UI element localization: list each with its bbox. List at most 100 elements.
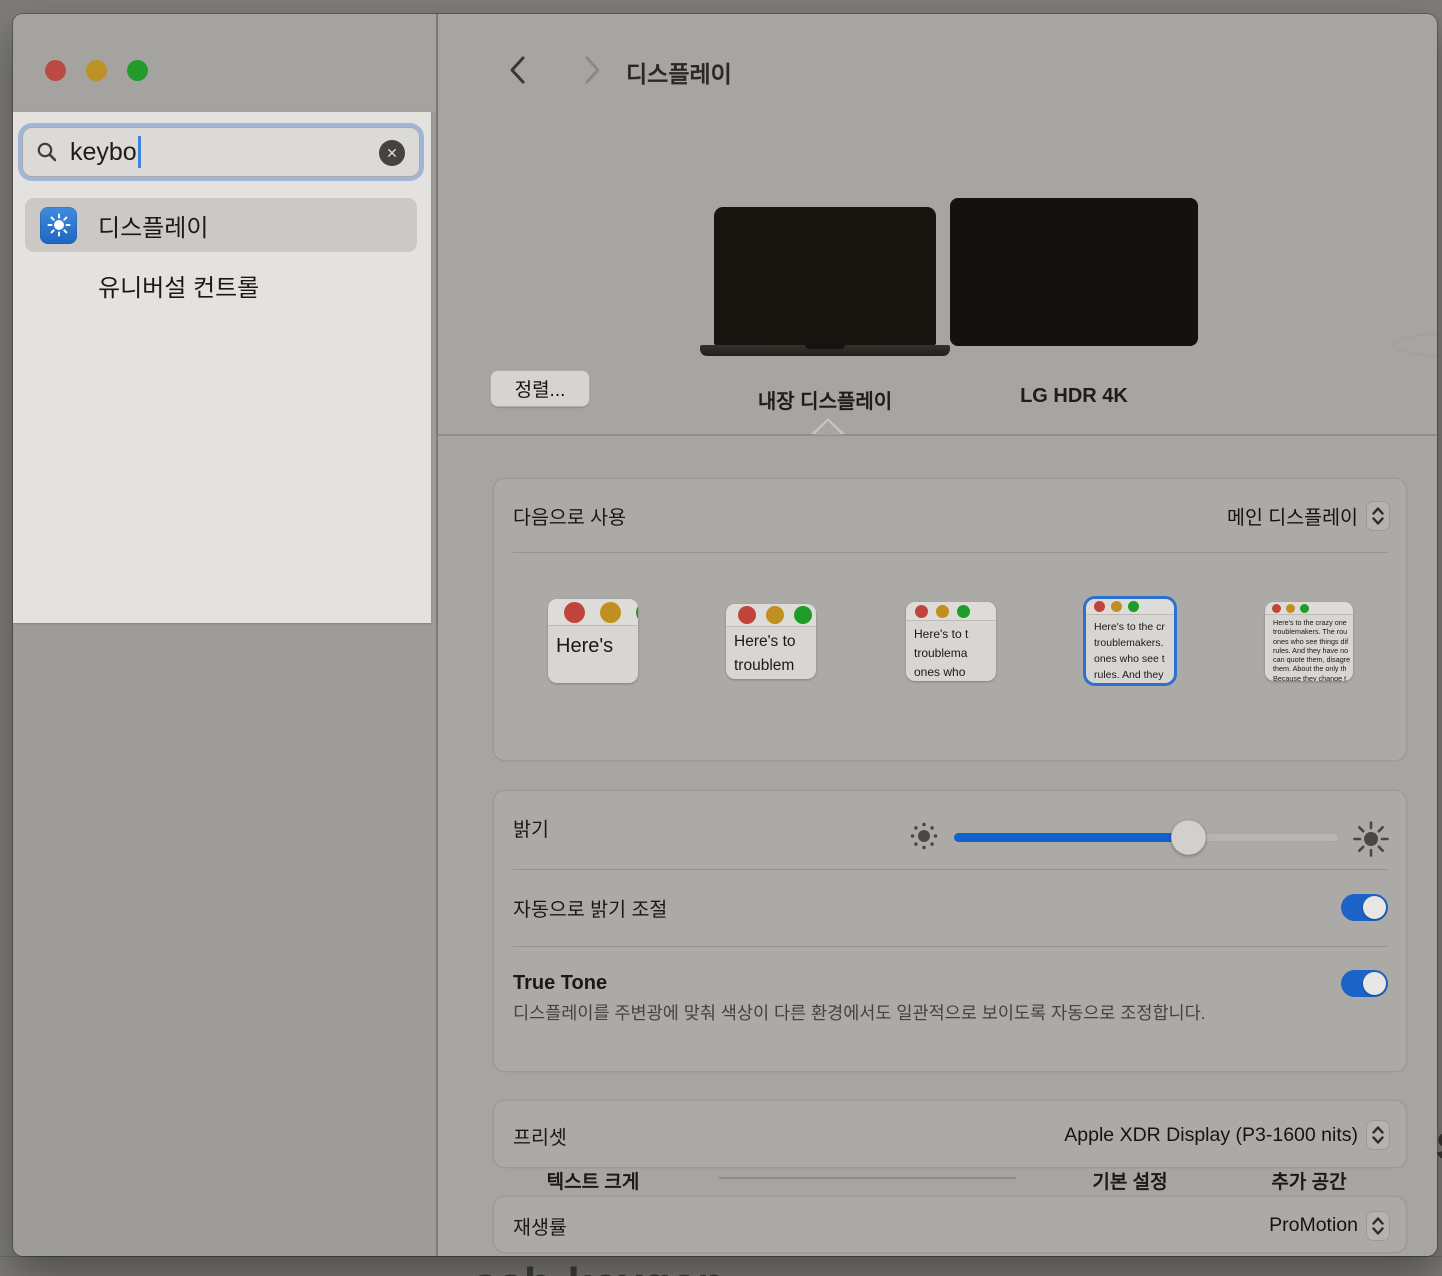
brightness-slider[interactable] — [954, 833, 1339, 842]
mini-titlebar — [906, 602, 996, 621]
use-as-value: 메인 디스플레이 — [1227, 501, 1358, 530]
brightness-bright-icon — [1352, 820, 1390, 858]
true-tone-toggle[interactable] — [1341, 970, 1388, 997]
chevron-down-icon — [1372, 1136, 1384, 1144]
mini-text: Here's totroublem — [726, 627, 816, 678]
refresh-rate-label: 재생률 — [513, 1211, 567, 1240]
chevron-up-icon — [1372, 507, 1384, 515]
brightness-fill — [954, 833, 1189, 842]
minimize-window-button[interactable] — [86, 60, 107, 81]
scaling-label-default: 기본 설정 — [1040, 1167, 1220, 1194]
scaling-option-thumbnail[interactable]: Here's totroublem — [726, 604, 816, 679]
mini-zoom-dot — [1128, 601, 1139, 612]
search-result-label: 디스플레이 — [98, 208, 208, 243]
section-divider — [438, 434, 1437, 436]
chevron-up-icon — [1372, 1126, 1384, 1134]
use-as-label: 다음으로 사용 — [513, 501, 626, 530]
mini-zoom-dot — [636, 602, 638, 623]
arrange-button[interactable]: 정렬... — [490, 370, 590, 407]
scaling-option-thumbnail[interactable]: Here's to the crazy onetroublemakers. Th… — [1265, 602, 1353, 681]
brightness-knob[interactable] — [1171, 820, 1206, 855]
preset-row: 프리셋 Apple XDR Display (P3-1600 nits) — [494, 1101, 1406, 1169]
mini-titlebar — [1265, 602, 1353, 615]
wallpaper-image — [720, 212, 930, 341]
scaling-option-thumbnail[interactable]: Here's to ttroublemaones who — [906, 602, 996, 681]
brightness-dim-icon — [908, 820, 940, 852]
display-settings-icon — [40, 207, 77, 244]
back-button[interactable] — [504, 54, 534, 86]
search-result-label: 유니버설 컨트롤 — [98, 268, 259, 303]
desktop: S ssh-keygen keybo ✕ — [0, 0, 1442, 1276]
sidebar-titlebar[interactable] — [13, 14, 436, 112]
use-as-row: 다음으로 사용 메인 디스플레이 — [494, 479, 1406, 552]
preset-dropdown[interactable] — [1366, 1120, 1390, 1150]
mini-close-dot — [564, 602, 585, 623]
scaling-label-larger-text: 텍스트 크게 — [503, 1167, 683, 1194]
mini-text: Here's to the crazy onetroublemakers. Th… — [1265, 615, 1353, 681]
mini-close-dot — [915, 605, 928, 618]
search-query-text: keybo — [70, 138, 137, 167]
preset-card: 프리셋 Apple XDR Display (P3-1600 nits) — [493, 1100, 1407, 1168]
mini-minimize-dot — [1286, 604, 1295, 613]
builtin-display-thumbnail[interactable] — [714, 207, 936, 345]
refresh-rate-dropdown[interactable] — [1366, 1211, 1390, 1241]
refresh-rate-card: 재생률 ProMotion — [493, 1196, 1407, 1253]
mini-minimize-dot — [1111, 601, 1122, 612]
preset-label: 프리셋 — [513, 1121, 567, 1150]
search-result-universal-control[interactable]: 유니버설 컨트롤 — [25, 258, 417, 312]
true-tone-label: True Tone — [513, 972, 607, 995]
chevron-up-icon — [1372, 1217, 1384, 1225]
scaling-option-thumbnail[interactable]: Here's to the crtroublemakers.ones who s… — [1086, 599, 1174, 683]
mini-zoom-dot — [1300, 604, 1309, 613]
mini-close-dot — [1094, 601, 1105, 612]
close-window-button[interactable] — [45, 60, 66, 81]
clear-search-icon[interactable]: ✕ — [379, 140, 405, 166]
window-controls — [45, 60, 148, 81]
preset-value: Apple XDR Display (P3-1600 nits) — [1064, 1124, 1358, 1147]
laptop-base — [700, 345, 950, 356]
mini-minimize-dot — [600, 602, 621, 623]
external-display-thumbnail[interactable] — [950, 198, 1198, 346]
main-pane: 디스플레이 정렬... 내장 디스플레이 LG HDR 4K 다음으로 사용 메… — [438, 14, 1437, 1256]
background-window-behind: ssh-keygen — [0, 1256, 1442, 1276]
mini-text: Here's — [548, 626, 638, 663]
mini-close-dot — [738, 606, 756, 624]
mini-zoom-dot — [794, 606, 812, 624]
true-tone-description: 디스플레이를 주변광에 맞춰 색상이 다른 환경에서도 일관적으로 보이도록 자… — [513, 999, 1258, 1028]
auto-brightness-label: 자동으로 밝기 조절 — [513, 893, 667, 922]
external-display-label: LG HDR 4K — [924, 385, 1224, 408]
monitor-stand — [1393, 332, 1437, 358]
brightness-settings-card: 밝기 자동으로 밝기 조절 True Tone — [493, 790, 1407, 1072]
selected-display-pointer-fill — [814, 421, 842, 435]
forward-button[interactable] — [576, 54, 606, 86]
mini-zoom-dot — [957, 605, 970, 618]
system-settings-window: keybo ✕ 디스플레이 유니버설 컨트롤 디스플레이 — [13, 14, 1437, 1256]
page-title: 디스플레이 — [626, 55, 732, 89]
mini-close-dot — [1272, 604, 1281, 613]
mini-text: Here's to the crtroublemakers.ones who s… — [1086, 615, 1174, 683]
text-cursor — [138, 136, 141, 168]
mini-minimize-dot — [936, 605, 949, 618]
refresh-rate-value: ProMotion — [1269, 1214, 1358, 1237]
auto-brightness-toggle[interactable] — [1341, 894, 1388, 921]
wallpaper-image — [957, 205, 1191, 339]
row-divider — [513, 552, 1387, 553]
toggle-knob — [1363, 896, 1386, 919]
toggle-knob — [1363, 972, 1386, 995]
search-input[interactable]: keybo ✕ — [22, 127, 420, 177]
mini-titlebar — [1086, 599, 1174, 615]
use-as-dropdown[interactable] — [1366, 501, 1390, 531]
brightness-row: 밝기 — [494, 791, 1406, 864]
scaling-option-thumbnail[interactable]: Here's — [548, 599, 638, 683]
search-result-display[interactable]: 디스플레이 — [25, 198, 417, 252]
mini-minimize-dot — [766, 606, 784, 624]
brightness-label: 밝기 — [513, 813, 549, 842]
search-results-panel: keybo ✕ 디스플레이 유니버설 컨트롤 — [13, 112, 431, 623]
sidebar: keybo ✕ 디스플레이 유니버설 컨트롤 — [13, 14, 436, 1256]
mini-titlebar — [726, 604, 816, 627]
background-partial-text: ssh-keygen — [473, 1259, 725, 1276]
auto-brightness-row: 자동으로 밝기 조절 — [494, 869, 1406, 946]
scaling-track-line — [719, 1177, 1016, 1179]
chevron-down-icon — [1372, 1227, 1384, 1235]
zoom-window-button[interactable] — [127, 60, 148, 81]
